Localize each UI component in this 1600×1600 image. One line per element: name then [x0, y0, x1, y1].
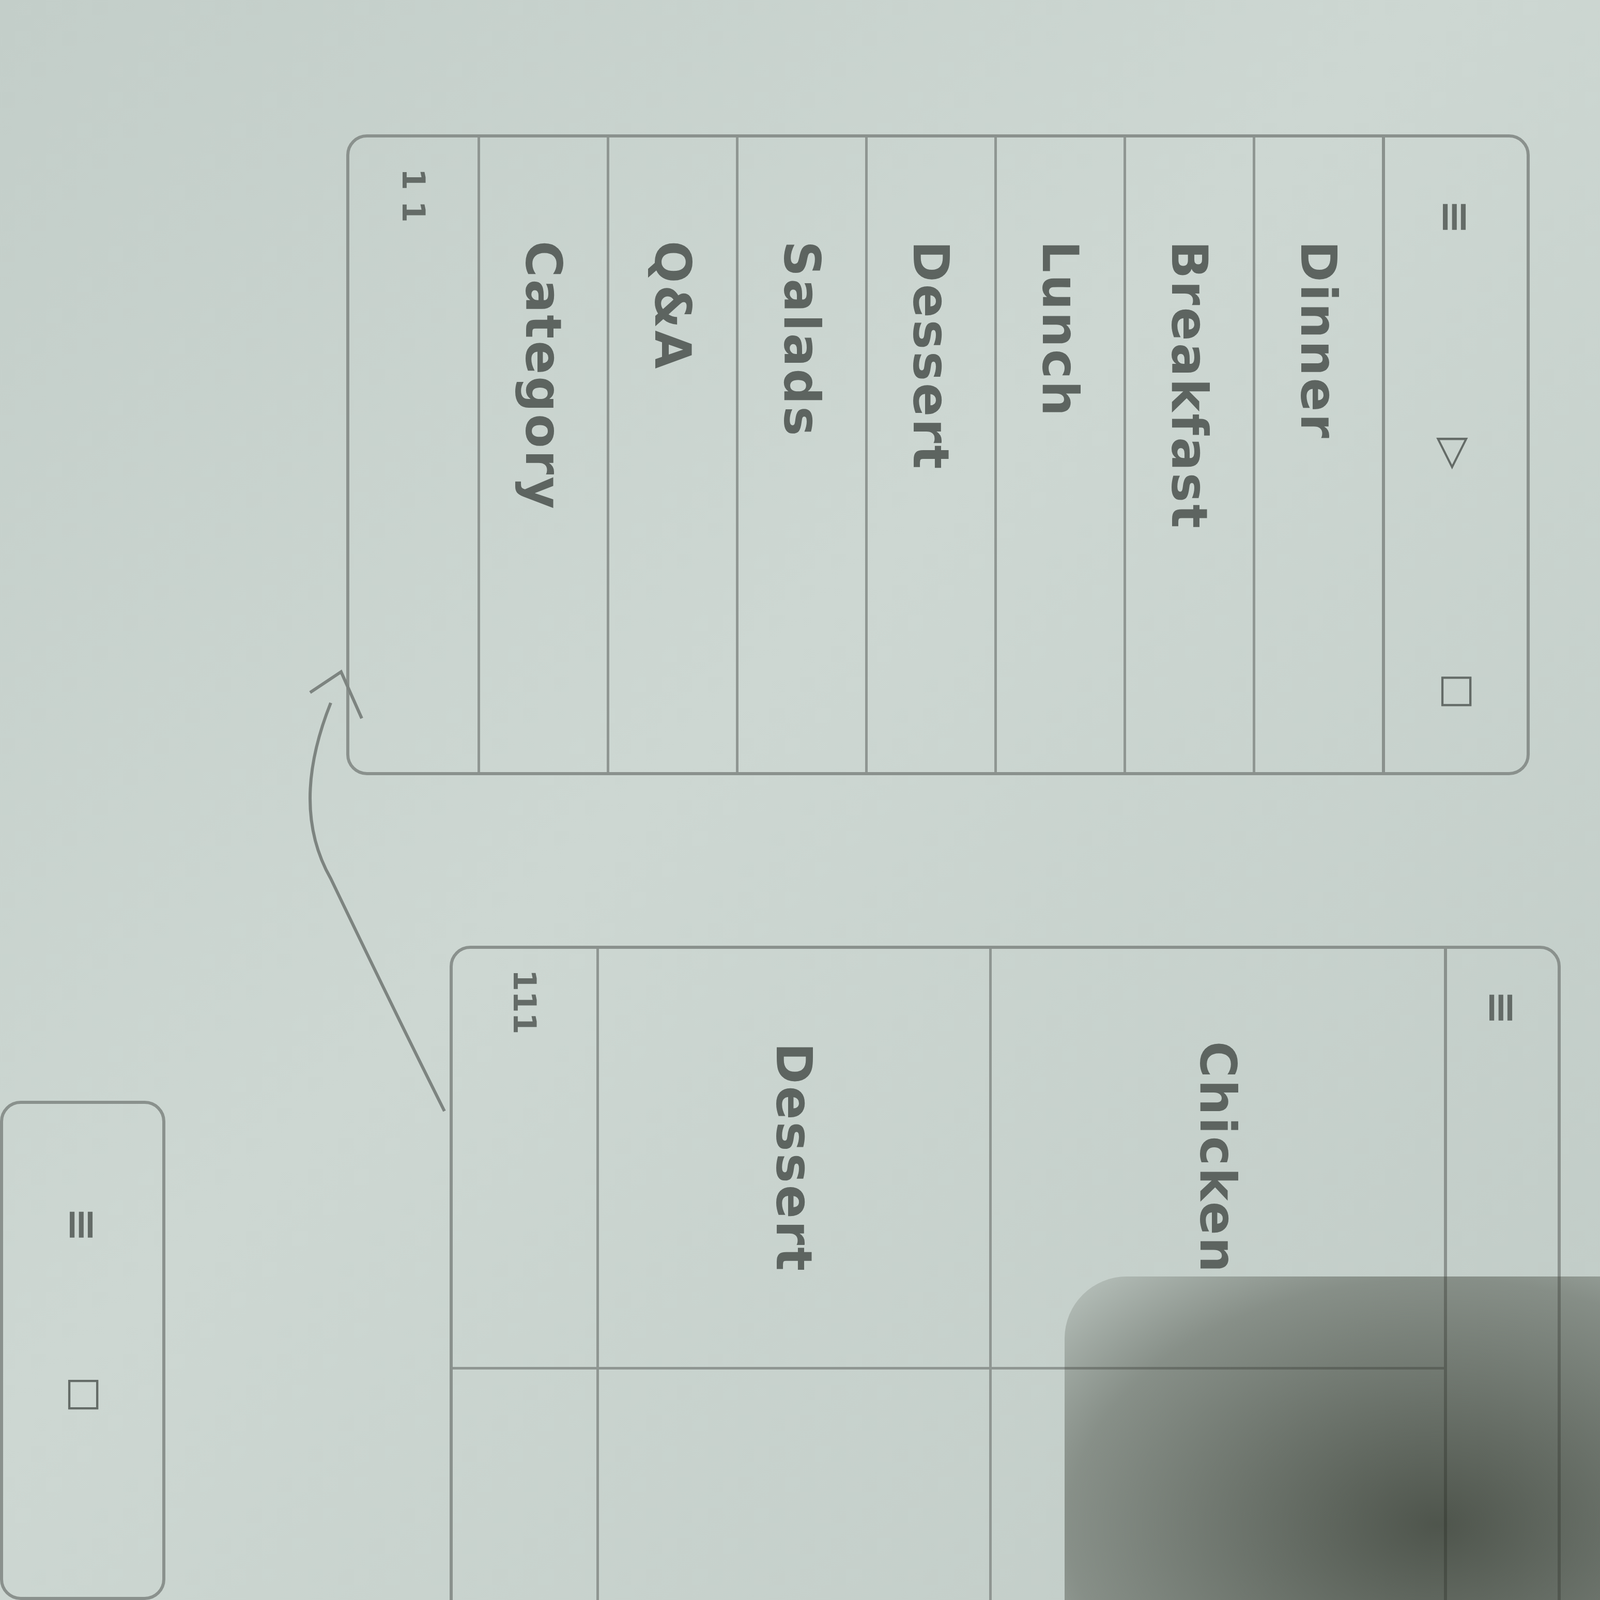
menu-item[interactable]: Salads — [735, 137, 866, 773]
menu-item[interactable]: Category — [477, 137, 607, 773]
card-column — [452, 1369, 1444, 1600]
menu-item[interactable]: Q&A — [606, 137, 736, 773]
detail-screen: ≡ ChickenDessert 111 — [449, 945, 1561, 1600]
header-mark[interactable]: ☐ — [1432, 672, 1481, 711]
menu-item[interactable]: Lunch — [994, 137, 1124, 773]
header-mark[interactable]: ≡ — [1478, 990, 1527, 1025]
card[interactable]: Chicken — [989, 948, 1444, 1367]
hand-shadow — [1064, 1276, 1600, 1600]
footer: 111 — [452, 948, 597, 1367]
header: ≡☐ — [31, 1103, 135, 1517]
header: ≡ ▷ ☐ — [1381, 137, 1527, 773]
menu-item[interactable]: Breakfast — [1123, 137, 1253, 773]
header-mark[interactable]: ≡ — [1432, 199, 1481, 235]
arrow-icon — [0, 0, 1600, 1600]
footer: 1 1 — [349, 137, 478, 773]
card[interactable] — [596, 1369, 990, 1600]
header-mark[interactable]: ▷ — [1432, 437, 1481, 470]
header-mark[interactable]: ☐ — [58, 1376, 107, 1414]
small-screen: ≡☐ — [0, 1100, 166, 1600]
menu-item[interactable]: Dessert — [865, 137, 995, 773]
header-mark[interactable]: ≡ — [58, 1207, 107, 1242]
card[interactable]: Dessert — [596, 948, 990, 1367]
card-column: ChickenDessert 111 — [452, 948, 1444, 1370]
card[interactable] — [989, 1369, 1444, 1600]
paper-photo: ≡▷☐ DinnerBreakfastLunchDessertSaladsQ&A… — [0, 0, 1600, 1600]
menu-item[interactable]: Dinner — [1252, 137, 1382, 773]
menu-screen: ≡ ▷ ☐ DinnerBreakfastLunchDessertSaladsQ&A… — [346, 134, 1530, 776]
header: ≡ — [1443, 948, 1558, 1600]
